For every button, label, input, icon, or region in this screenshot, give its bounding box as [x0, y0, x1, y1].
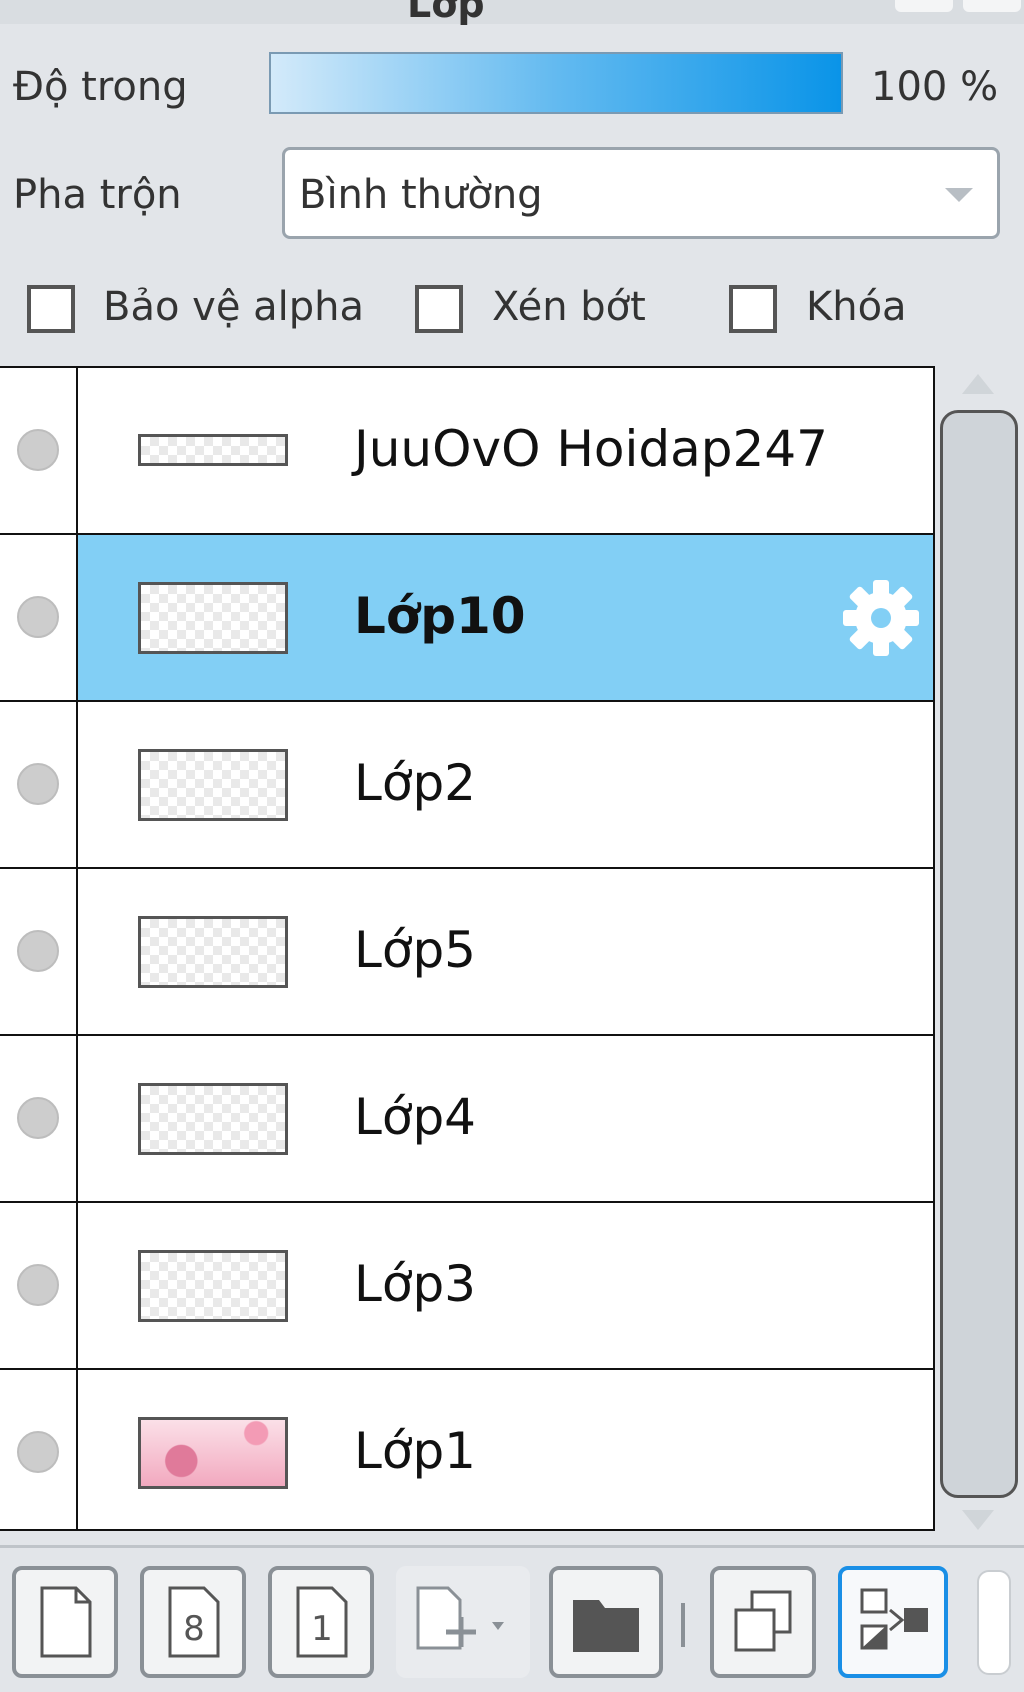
layer-row[interactable]: Lớp2: [0, 702, 933, 869]
visibility-toggle[interactable]: [17, 763, 59, 805]
scroll-up-arrow-icon[interactable]: [962, 374, 994, 394]
visibility-toggle[interactable]: [17, 1097, 59, 1139]
visibility-toggle[interactable]: [17, 596, 59, 638]
svg-text:8: 8: [183, 1609, 205, 1649]
visibility-toggle[interactable]: [17, 429, 59, 471]
layer-thumbnail: [138, 1083, 288, 1155]
layer-row[interactable]: Lớp4: [0, 1036, 933, 1203]
blend-mode-label: Pha trộn: [13, 172, 182, 218]
duplicate-layer-button[interactable]: [710, 1566, 816, 1678]
layer-row-selected[interactable]: Lớp10: [0, 535, 933, 702]
new-layer-8bit-button[interactable]: 8: [140, 1566, 246, 1678]
layer-name: Lớp4: [354, 1088, 476, 1146]
transfer-layer-button[interactable]: [838, 1566, 948, 1678]
visibility-toggle[interactable]: [17, 1431, 59, 1473]
layer-row[interactable]: JuuOvO Hoidap247: [0, 368, 933, 535]
new-folder-button[interactable]: [549, 1566, 663, 1678]
transfer-layer-icon: [860, 1588, 928, 1650]
protect-alpha-checkbox[interactable]: [27, 285, 75, 333]
visibility-toggle[interactable]: [17, 930, 59, 972]
panel-title: Lớp: [407, 0, 485, 26]
gear-icon[interactable]: [838, 575, 924, 661]
new-layer-8bit-icon: 8: [168, 1586, 220, 1658]
add-layer-dropdown-button[interactable]: [396, 1566, 530, 1678]
panel-close-button[interactable]: [963, 0, 1021, 12]
folder-icon: [573, 1600, 639, 1652]
layer-name: Lớp5: [354, 921, 476, 979]
opacity-label: Độ trong: [13, 64, 188, 110]
toolbar-divider: [681, 1603, 685, 1647]
layer-thumbnail: [138, 1417, 288, 1489]
layer-thumbnail: [138, 434, 288, 466]
blend-mode-value: Bình thường: [299, 172, 543, 218]
new-layer-button[interactable]: [12, 1566, 118, 1678]
panel-titlebar: Lớp: [0, 0, 1024, 26]
layer-name: Lớp1: [354, 1422, 476, 1480]
visibility-toggle[interactable]: [17, 1264, 59, 1306]
layer-thumbnail: [138, 582, 288, 654]
layer-thumbnail: [138, 916, 288, 988]
layer-row[interactable]: Lớp5: [0, 869, 933, 1036]
scroll-down-arrow-icon[interactable]: [962, 1510, 994, 1530]
new-layer-1bit-button[interactable]: 1: [268, 1566, 374, 1678]
layer-name: JuuOvO Hoidap247: [354, 420, 828, 478]
layer-list-scrollbar[interactable]: [940, 410, 1018, 1498]
opacity-value: 100 %: [871, 64, 999, 110]
layer-toolbar: 8 1: [0, 1545, 1024, 1692]
new-layer-1bit-icon: 1: [296, 1586, 348, 1658]
clip-checkbox[interactable]: [415, 285, 463, 333]
opacity-slider[interactable]: [269, 52, 843, 114]
toolbar-scroll-thumb[interactable]: [977, 1570, 1011, 1675]
chevron-down-icon: [945, 188, 973, 202]
lock-label: Khóa: [806, 284, 907, 330]
duplicate-layer-icon: [734, 1590, 792, 1652]
layer-thumbnail: [138, 1250, 288, 1322]
panel-menu-button[interactable]: [895, 0, 953, 12]
layer-thumbnail: [138, 749, 288, 821]
layer-name: Lớp2: [354, 754, 476, 812]
new-layer-icon: [40, 1586, 92, 1658]
svg-text:1: 1: [311, 1609, 333, 1649]
layer-row[interactable]: Lớp1: [0, 1370, 933, 1529]
add-layer-dropdown-icon: [416, 1586, 504, 1650]
layer-name: Lớp3: [354, 1255, 476, 1313]
clip-label: Xén bớt: [492, 284, 646, 330]
layer-list: JuuOvO Hoidap247 Lớp10 Lớp2 Lớp5 Lớp4 Lớ…: [0, 366, 935, 1531]
protect-alpha-label: Bảo vệ alpha: [103, 284, 365, 330]
layer-name: Lớp10: [354, 587, 526, 645]
layer-row[interactable]: Lớp3: [0, 1203, 933, 1370]
blend-mode-select[interactable]: Bình thường: [282, 147, 1000, 239]
lock-checkbox[interactable]: [729, 285, 777, 333]
